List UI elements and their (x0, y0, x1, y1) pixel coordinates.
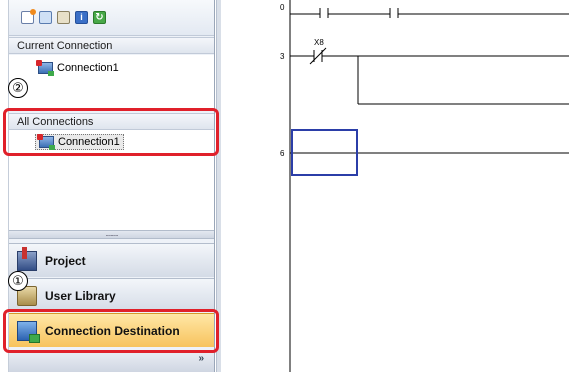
expand-button[interactable]: » (9, 352, 214, 372)
info-icon[interactable]: i (75, 11, 88, 24)
step-2-marker: ② (8, 78, 28, 98)
current-connection-item[interactable]: Connection1 (35, 60, 122, 76)
refresh-icon[interactable]: ↻ (93, 11, 106, 24)
expand-chevron-icon: » (198, 353, 204, 364)
device-label-x8: X8 (314, 38, 324, 47)
project-button[interactable]: Project (9, 243, 214, 277)
project-icon (17, 246, 37, 271)
project-button-label: Project (45, 253, 86, 268)
navigation-toolbar: i ↻ (9, 0, 214, 36)
current-connection-list: Connection1 (9, 55, 214, 111)
user-library-button-label: User Library (45, 288, 116, 303)
step-number: 0 (280, 3, 285, 12)
step-number: 3 (280, 52, 285, 61)
copy-icon[interactable] (39, 11, 52, 24)
current-connection-header: Current Connection (9, 37, 214, 54)
step-number: 6 (280, 149, 285, 158)
connection-icon (36, 60, 54, 76)
paste-icon[interactable] (57, 11, 70, 24)
all-connections-highlight (3, 108, 219, 156)
ladder-editor[interactable]: 0 3 6 X8 (222, 0, 569, 372)
panel-splitter[interactable]: .......... (9, 230, 214, 239)
ladder-diagram (289, 0, 569, 372)
connection-destination-highlight (3, 309, 219, 353)
new-data-icon[interactable] (21, 9, 36, 24)
step-1-marker: ① (8, 271, 28, 291)
user-library-button[interactable]: User Library (9, 278, 214, 312)
connection-label: Connection1 (57, 62, 119, 74)
